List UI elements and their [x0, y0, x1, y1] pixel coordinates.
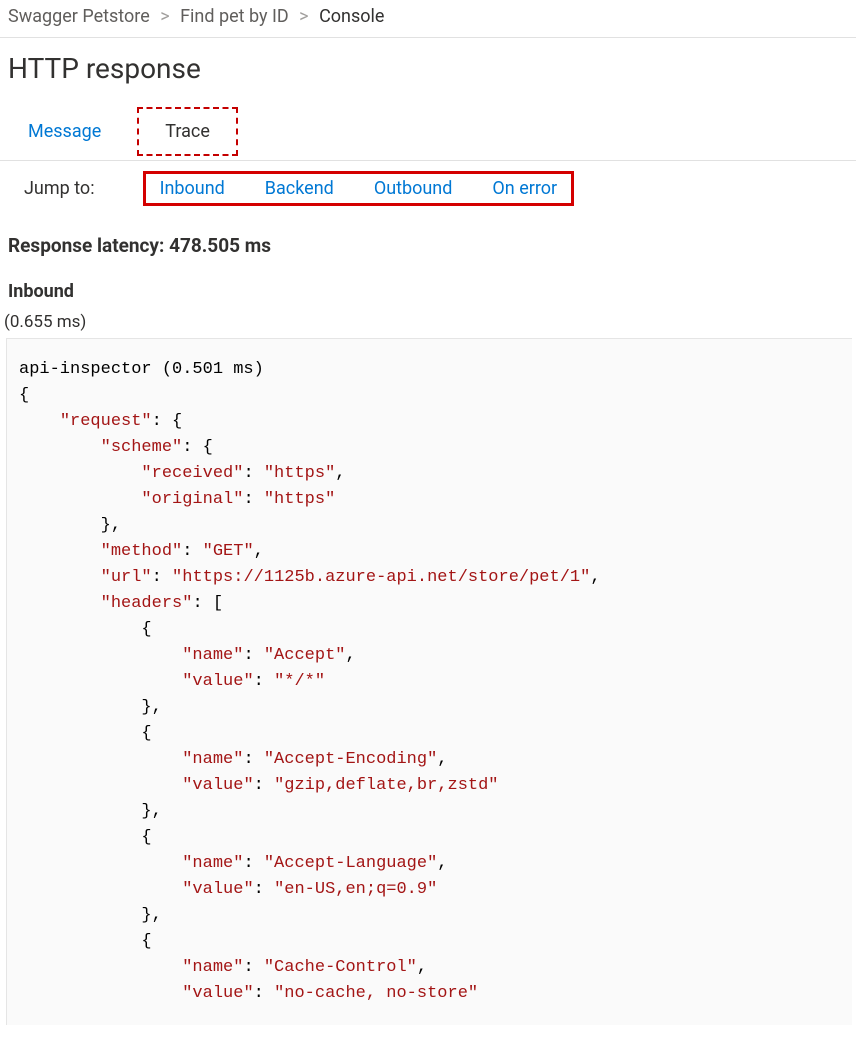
jump-to-links: Inbound Backend Outbound On error — [143, 171, 575, 206]
jump-to-row: Jump to: Inbound Backend Outbound On err… — [0, 161, 856, 216]
breadcrumb: Swagger Petstore > Find pet by ID > Cons… — [0, 0, 856, 38]
jump-to-label: Jump to: — [24, 178, 95, 199]
chevron-right-icon: > — [299, 6, 308, 27]
jump-link-outbound[interactable]: Outbound — [374, 178, 453, 199]
response-latency-value: 478.505 ms — [169, 234, 271, 257]
response-latency: Response latency: 478.505 ms — [8, 234, 848, 257]
section-inbound-header: Inbound — [8, 281, 848, 302]
section-inbound-time: (0.655 ms) — [4, 312, 848, 332]
tabs: Message Trace — [0, 103, 856, 161]
chevron-right-icon: > — [160, 6, 169, 27]
jump-link-backend[interactable]: Backend — [265, 178, 334, 199]
trace-code-panel: api-inspector (0.501 ms) { "request": { … — [6, 338, 852, 1025]
tab-message[interactable]: Message — [24, 115, 105, 148]
breadcrumb-item-2: Console — [319, 6, 384, 27]
breadcrumb-item-1[interactable]: Find pet by ID — [180, 6, 289, 27]
breadcrumb-item-0[interactable]: Swagger Petstore — [8, 6, 150, 27]
tab-trace[interactable]: Trace — [137, 107, 238, 156]
page-title: HTTP response — [8, 52, 848, 85]
jump-link-inbound[interactable]: Inbound — [160, 178, 225, 199]
jump-link-onerror[interactable]: On error — [492, 178, 557, 199]
response-latency-label: Response latency: — [8, 234, 164, 257]
